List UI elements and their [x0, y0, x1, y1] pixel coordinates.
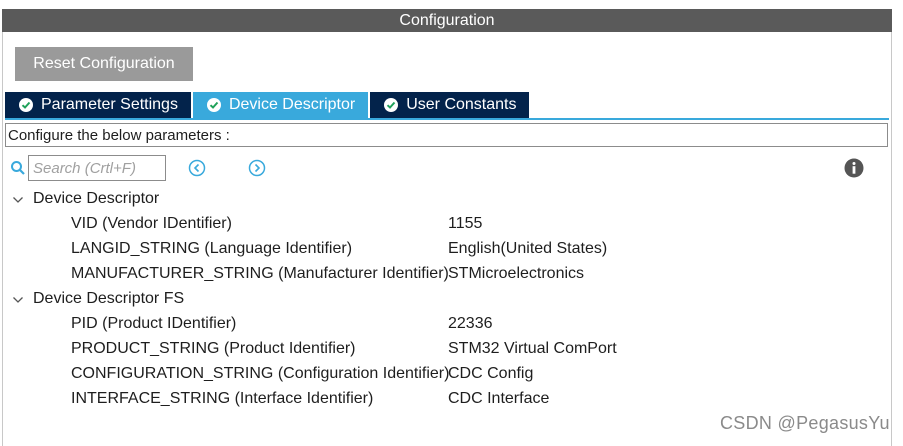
parameters-description-text: Configure the below parameters :: [8, 126, 230, 144]
param-value[interactable]: 22336: [448, 315, 493, 333]
panel-border-left: [2, 32, 3, 446]
reset-configuration-button[interactable]: Reset Configuration: [15, 47, 193, 81]
reset-configuration-label: Reset Configuration: [33, 55, 175, 72]
param-value[interactable]: CDC Config: [448, 365, 533, 383]
param-name[interactable]: VID (Vendor IDentifier): [71, 215, 232, 233]
param-value[interactable]: 1155: [448, 215, 482, 233]
param-value[interactable]: CDC Interface: [448, 390, 549, 408]
group-label[interactable]: Device Descriptor: [33, 190, 159, 208]
param-value[interactable]: STM32 Virtual ComPort: [448, 340, 617, 358]
chevron-down-icon[interactable]: [11, 193, 25, 207]
search-next-icon[interactable]: [248, 159, 266, 177]
info-icon[interactable]: [844, 158, 864, 178]
search-input[interactable]: [28, 155, 166, 181]
param-value[interactable]: English(United States): [448, 240, 607, 258]
tab-label: User Constants: [406, 96, 517, 113]
tab-label: Device Descriptor: [228, 96, 356, 113]
tab-label: Parameter Settings: [41, 96, 178, 113]
window-title: Configuration: [2, 9, 892, 32]
param-name[interactable]: LANGID_STRING (Language Identifier): [71, 240, 352, 258]
window-title-text: Configuration: [399, 11, 495, 29]
param-name[interactable]: MANUFACTURER_STRING (Manufacturer Identi…: [71, 265, 449, 283]
tab-user-constants[interactable]: User Constants: [370, 92, 530, 118]
watermark: CSDN @PegasusYu: [720, 413, 890, 433]
configuration-panel: Configuration Reset Configuration Parame…: [0, 0, 903, 446]
param-name[interactable]: PRODUCT_STRING (Product Identifier): [71, 340, 356, 358]
param-value[interactable]: STMicroelectronics: [448, 265, 584, 283]
param-name[interactable]: INTERFACE_STRING (Interface Identifier): [71, 390, 373, 408]
chevron-down-icon[interactable]: [11, 293, 25, 307]
check-circle-icon: [19, 98, 33, 112]
tab-underline: [5, 118, 889, 120]
search-icon: [11, 161, 25, 175]
tab-device-descriptor[interactable]: Device Descriptor: [192, 92, 369, 118]
param-name[interactable]: PID (Product IDentifier): [71, 315, 236, 333]
check-circle-icon: [384, 98, 399, 112]
tab-bar: Parameter Settings Device Descriptor Use…: [5, 92, 531, 119]
tab-parameter-settings[interactable]: Parameter Settings: [5, 92, 191, 118]
check-circle-icon: [206, 98, 221, 112]
search-previous-icon[interactable]: [188, 159, 206, 177]
group-label[interactable]: Device Descriptor FS: [33, 290, 184, 308]
panel-border-right: [891, 32, 892, 446]
parameters-description: Configure the below parameters :: [5, 123, 888, 147]
param-name[interactable]: CONFIGURATION_STRING (Configuration Iden…: [71, 365, 449, 383]
